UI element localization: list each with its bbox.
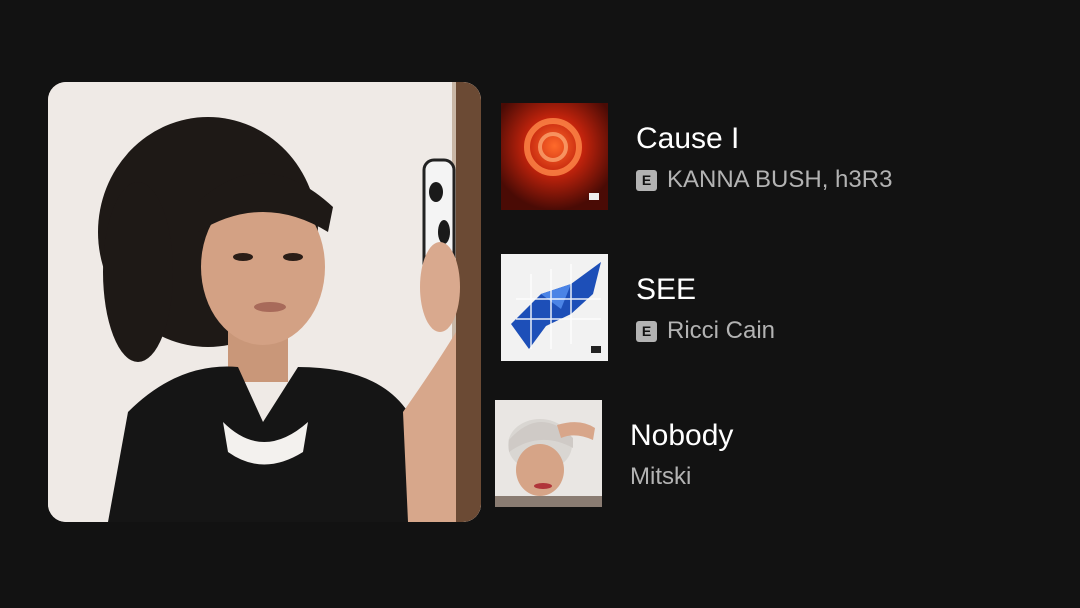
- track-row[interactable]: Nobody Mitski: [495, 400, 733, 507]
- album-cover-red-swirl-icon: [501, 103, 608, 210]
- track-row[interactable]: SEE E Ricci Cain: [501, 254, 775, 361]
- track-artist[interactable]: Ricci Cain: [667, 316, 775, 346]
- track-subtitle: E KANNA BUSH, h3R3: [636, 165, 892, 195]
- explicit-icon: E: [636, 169, 657, 191]
- profile-photo: [48, 82, 481, 522]
- track-artist[interactable]: Mitski: [630, 462, 691, 492]
- album-cover-blue-bird-icon: [501, 254, 608, 361]
- album-cover-mitski-portrait-icon: [495, 400, 602, 507]
- track-title[interactable]: Nobody: [630, 418, 733, 454]
- track-title[interactable]: SEE: [636, 272, 775, 308]
- track-row[interactable]: Cause I E KANNA BUSH, h3R3: [501, 103, 892, 210]
- track-subtitle: Mitski: [630, 462, 733, 492]
- track-subtitle: E Ricci Cain: [636, 316, 775, 346]
- screen: Cause I E KANNA BUSH, h3R3 SEE E Ricci C…: [0, 0, 1080, 608]
- explicit-icon: E: [636, 320, 657, 342]
- track-title[interactable]: Cause I: [636, 121, 892, 157]
- track-artist[interactable]: KANNA BUSH, h3R3: [667, 165, 892, 195]
